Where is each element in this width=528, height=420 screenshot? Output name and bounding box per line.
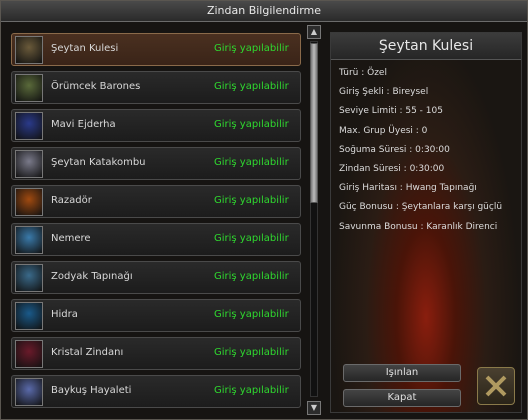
detail-property: Zindan Süresi : 0:30:00 xyxy=(339,164,445,174)
teleport-button[interactable]: Işınlan xyxy=(343,364,461,382)
dungeon-row[interactable]: Zodyak Tapınağı Giriş yapılabilir xyxy=(11,261,301,294)
fire-dragon-icon xyxy=(15,188,43,216)
dungeon-status: Giriş yapılabilir xyxy=(214,385,289,396)
dungeon-name: Mavi Ejderha xyxy=(51,119,116,130)
dungeon-status: Giriş yapılabilir xyxy=(214,119,289,130)
dungeon-status: Giriş yapılabilir xyxy=(214,271,289,282)
demon-icon xyxy=(15,150,43,178)
detail-property: Seviye Limiti : 55 - 105 xyxy=(339,106,443,117)
dungeon-status: Giriş yapılabilir xyxy=(214,157,289,168)
scroll-down-button[interactable]: ▼ xyxy=(307,401,321,415)
dungeon-row[interactable]: Razadör Giriş yapılabilir xyxy=(11,185,301,218)
dungeon-status: Giriş yapılabilir xyxy=(214,233,289,244)
window-title: Zindan Bilgilendirme xyxy=(1,1,527,22)
dungeon-list: Şeytan Kulesi Giriş yapılabilir Örümcek Ba… xyxy=(11,33,303,413)
detail-property: Güç Bonusu : Şeytanlara karşı güçlü xyxy=(339,202,503,213)
owl-icon xyxy=(15,378,43,406)
dragon-icon xyxy=(15,112,43,140)
crystal-icon xyxy=(15,340,43,368)
dungeon-row[interactable]: Şeytan Katakombu Giriş yapılabilir xyxy=(11,147,301,180)
detail-property: Max. Grup Üyesi : 0 xyxy=(339,125,428,136)
dungeon-name: Zodyak Tapınağı xyxy=(51,271,133,282)
list-scrollbar[interactable]: ▲ ▼ xyxy=(307,25,321,415)
detail-title: Şeytan Kulesi xyxy=(331,33,521,60)
dungeon-status: Giriş yapılabilir xyxy=(214,43,289,54)
dungeon-name: Hidra xyxy=(51,309,78,320)
spider-icon xyxy=(15,74,43,102)
dungeon-row[interactable]: Örümcek Barones Giriş yapılabilir xyxy=(11,71,301,104)
tower-icon xyxy=(15,36,43,64)
close-button[interactable]: Kapat xyxy=(343,389,461,407)
hydra-icon xyxy=(15,302,43,330)
dungeon-name: Nemere xyxy=(51,233,91,244)
dungeon-name: Şeytan Katakombu xyxy=(51,157,146,168)
dungeon-name: Baykuş Hayaleti xyxy=(51,385,132,396)
dungeon-status: Giriş yapılabilir xyxy=(214,347,289,358)
detail-property: Giriş Haritası : Hwang Tapınağı xyxy=(339,183,477,194)
dungeon-row[interactable]: Şeytan Kulesi Giriş yapılabilir xyxy=(11,33,301,66)
dungeon-name: Şeytan Kulesi xyxy=(51,43,119,54)
exit-button[interactable] xyxy=(477,367,515,405)
dungeon-info-window: Zindan Bilgilendirme Şeytan Kulesi Giriş … xyxy=(0,0,528,420)
dungeon-name: Kristal Zindanı xyxy=(51,347,124,358)
detail-property: Türü : Özel xyxy=(339,68,387,78)
dungeon-row[interactable]: Kristal Zindanı Giriş yapılabilir xyxy=(11,337,301,370)
scroll-thumb[interactable] xyxy=(310,43,318,203)
dungeon-status: Giriş yapılabilir xyxy=(214,195,289,206)
ice-dragon-icon xyxy=(15,226,43,254)
crossed-swords-icon xyxy=(485,375,507,397)
zodiac-icon xyxy=(15,264,43,292)
dungeon-row[interactable]: Nemere Giriş yapılabilir xyxy=(11,223,301,256)
detail-property: Savunma Bonusu : Karanlık Direnci xyxy=(339,221,498,232)
dungeon-row[interactable]: Hidra Giriş yapılabilir xyxy=(11,299,301,332)
detail-property: Soğuma Süresi : 0:30:00 xyxy=(339,144,450,155)
detail-property: Giriş Şekli : Bireysel xyxy=(339,87,429,98)
dungeon-detail-panel: Şeytan Kulesi Türü : Özel Giriş Şekli : B… xyxy=(330,32,522,413)
dungeon-row[interactable]: Baykuş Hayaleti Giriş yapılabilir xyxy=(11,375,301,408)
dungeon-name: Razadör xyxy=(51,195,92,206)
dungeon-row[interactable]: Mavi Ejderha Giriş yapılabilir xyxy=(11,109,301,142)
scroll-up-button[interactable]: ▲ xyxy=(307,25,321,39)
dungeon-name: Örümcek Barones xyxy=(51,81,141,92)
dungeon-status: Giriş yapılabilir xyxy=(214,81,289,92)
dungeon-status: Giriş yapılabilir xyxy=(214,309,289,320)
